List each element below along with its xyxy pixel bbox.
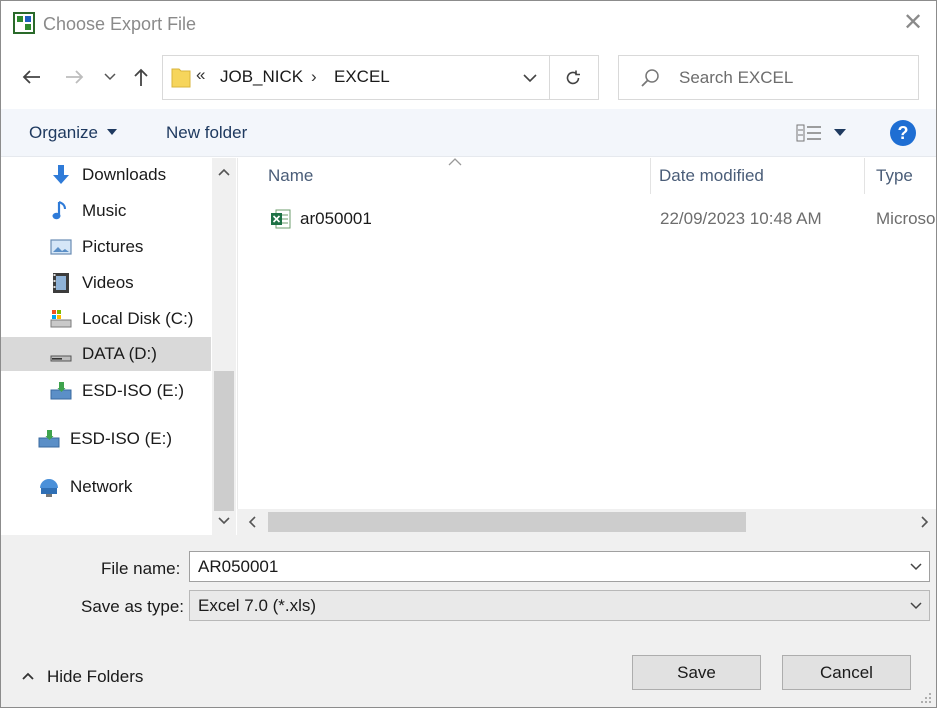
sidebar-item-local-disk-c[interactable]: Local Disk (C:) <box>1 302 211 336</box>
address-overflow[interactable]: « <box>196 65 205 85</box>
choose-export-file-dialog: Choose Export File ✕ « JOB_NICK › EXCEL <box>0 0 937 708</box>
save-as-type-label: Save as type: <box>81 597 185 616</box>
scroll-down-button[interactable] <box>212 510 236 532</box>
chevron-down-icon[interactable] <box>909 599 923 613</box>
file-name-label: File name: <box>101 559 181 578</box>
folder-icon <box>171 68 191 88</box>
title-bar: Choose Export File ✕ <box>1 1 936 47</box>
usb-drive-icon <box>50 382 72 400</box>
caret-down-icon[interactable] <box>107 129 117 135</box>
save-as-type-select[interactable]: Excel 7.0 (*.xls) <box>189 590 930 621</box>
sidebar-item-videos[interactable]: Videos <box>1 266 211 300</box>
breadcrumb-separator[interactable]: › <box>311 67 317 87</box>
column-header-date-modified[interactable]: Date modified <box>659 166 764 186</box>
sidebar-item-pictures[interactable]: Pictures <box>1 230 211 264</box>
column-divider[interactable] <box>650 158 651 194</box>
pictures-icon <box>50 239 72 255</box>
search-icon <box>641 69 659 87</box>
usb-drive-icon <box>38 430 60 448</box>
breadcrumb-job-nick[interactable]: JOB_NICK <box>220 67 303 87</box>
sidebar-item-label: DATA (D:) <box>82 344 157 363</box>
network-icon <box>40 479 58 497</box>
chevron-down-icon <box>523 73 537 82</box>
close-icon[interactable]: ✕ <box>902 11 924 35</box>
sidebar-item-downloads[interactable]: Downloads <box>1 158 211 192</box>
new-folder-button[interactable]: New folder <box>166 123 247 143</box>
chevron-down-icon <box>104 73 116 81</box>
scrollbar-thumb[interactable] <box>268 512 746 532</box>
arrow-left-icon <box>22 70 40 84</box>
file-name-value: AR050001 <box>198 557 279 576</box>
downloads-icon <box>53 165 69 184</box>
forward-button[interactable] <box>63 65 87 89</box>
sidebar-item-esd-iso-e-root[interactable]: ESD-ISO (E:) <box>1 422 211 456</box>
sidebar-item-network[interactable]: Network <box>1 470 211 504</box>
chevron-up-icon <box>218 168 230 176</box>
back-button[interactable] <box>19 65 43 89</box>
file-list: Name Date modified Type ar050001 22/09/2… <box>237 158 936 535</box>
chevron-right-icon <box>921 516 929 528</box>
app-icon <box>13 12 35 34</box>
column-header-type[interactable]: Type <box>876 166 913 186</box>
view-details-icon[interactable] <box>796 123 822 143</box>
sidebar-item-label: ESD-ISO (E:) <box>70 429 173 448</box>
cancel-button[interactable]: Cancel <box>782 655 911 690</box>
sidebar-item-label: Pictures <box>82 237 144 256</box>
search-box[interactable]: Search EXCEL <box>618 55 919 100</box>
navigation-scrollbar[interactable] <box>212 158 236 535</box>
sidebar-item-data-d[interactable]: DATA (D:) <box>1 337 211 371</box>
command-toolbar: Organize New folder <box>1 109 936 157</box>
breadcrumb-excel[interactable]: EXCEL <box>334 67 390 87</box>
sidebar-item-music[interactable]: Music <box>1 194 211 228</box>
file-date-modified: 22/09/2023 10:48 AM <box>660 209 822 228</box>
excel-file-icon <box>271 209 291 229</box>
save-as-type-value: Excel 7.0 (*.xls) <box>198 596 317 615</box>
file-list-horizontal-scrollbar[interactable] <box>237 509 936 535</box>
address-dropdown-button[interactable] <box>513 62 547 94</box>
save-button[interactable]: Save <box>632 655 761 690</box>
sidebar-item-label: Local Disk (C:) <box>82 309 194 328</box>
refresh-button[interactable] <box>558 63 588 93</box>
videos-icon <box>53 273 69 293</box>
column-header-name[interactable]: Name <box>268 166 313 186</box>
chevron-up-icon <box>22 672 34 680</box>
file-name-field[interactable]: AR050001 <box>189 551 930 582</box>
scrollbar-thumb[interactable] <box>214 371 234 511</box>
scroll-right-button[interactable] <box>916 513 934 531</box>
help-button[interactable]: ? <box>890 120 916 146</box>
chevron-down-icon <box>218 517 230 525</box>
arrow-up-icon <box>134 68 148 86</box>
up-button[interactable] <box>129 65 153 89</box>
sort-ascending-icon <box>448 158 462 166</box>
sidebar-item-label: Downloads <box>82 165 167 184</box>
sidebar-item-label: ESD-ISO (E:) <box>82 381 185 400</box>
organize-button[interactable]: Organize <box>29 123 98 143</box>
scroll-up-button[interactable] <box>212 162 236 182</box>
hide-folders-label: Hide Folders <box>47 667 144 686</box>
chevron-left-icon <box>248 516 256 528</box>
file-row[interactable]: ar050001 22/09/2023 10:48 AM Microso <box>262 202 936 236</box>
sidebar-item-label: Music <box>82 201 127 220</box>
refresh-icon <box>566 70 580 85</box>
sidebar-item-label: Videos <box>82 273 134 292</box>
drive-icon <box>50 355 72 362</box>
file-type: Microso <box>876 209 936 228</box>
music-icon <box>52 201 66 220</box>
navigation-pane: Downloads Music Pictures Videos Local Di… <box>1 158 237 535</box>
resize-grip-icon[interactable] <box>919 691 933 705</box>
address-divider <box>549 56 550 99</box>
file-name: ar050001 <box>300 209 372 228</box>
address-bar[interactable]: « JOB_NICK › EXCEL <box>162 55 599 100</box>
search-placeholder: Search EXCEL <box>679 68 794 87</box>
arrow-right-icon <box>66 70 84 84</box>
caret-down-icon[interactable] <box>834 129 846 136</box>
scroll-left-button[interactable] <box>243 513 261 531</box>
local-disk-icon <box>50 310 72 328</box>
window-title: Choose Export File <box>43 14 197 34</box>
sidebar-item-esd-iso-e[interactable]: ESD-ISO (E:) <box>1 374 211 408</box>
chevron-down-icon[interactable] <box>909 560 923 574</box>
column-divider[interactable] <box>864 158 865 194</box>
recent-locations-button[interactable] <box>101 65 119 89</box>
sidebar-item-label: Network <box>70 477 133 496</box>
